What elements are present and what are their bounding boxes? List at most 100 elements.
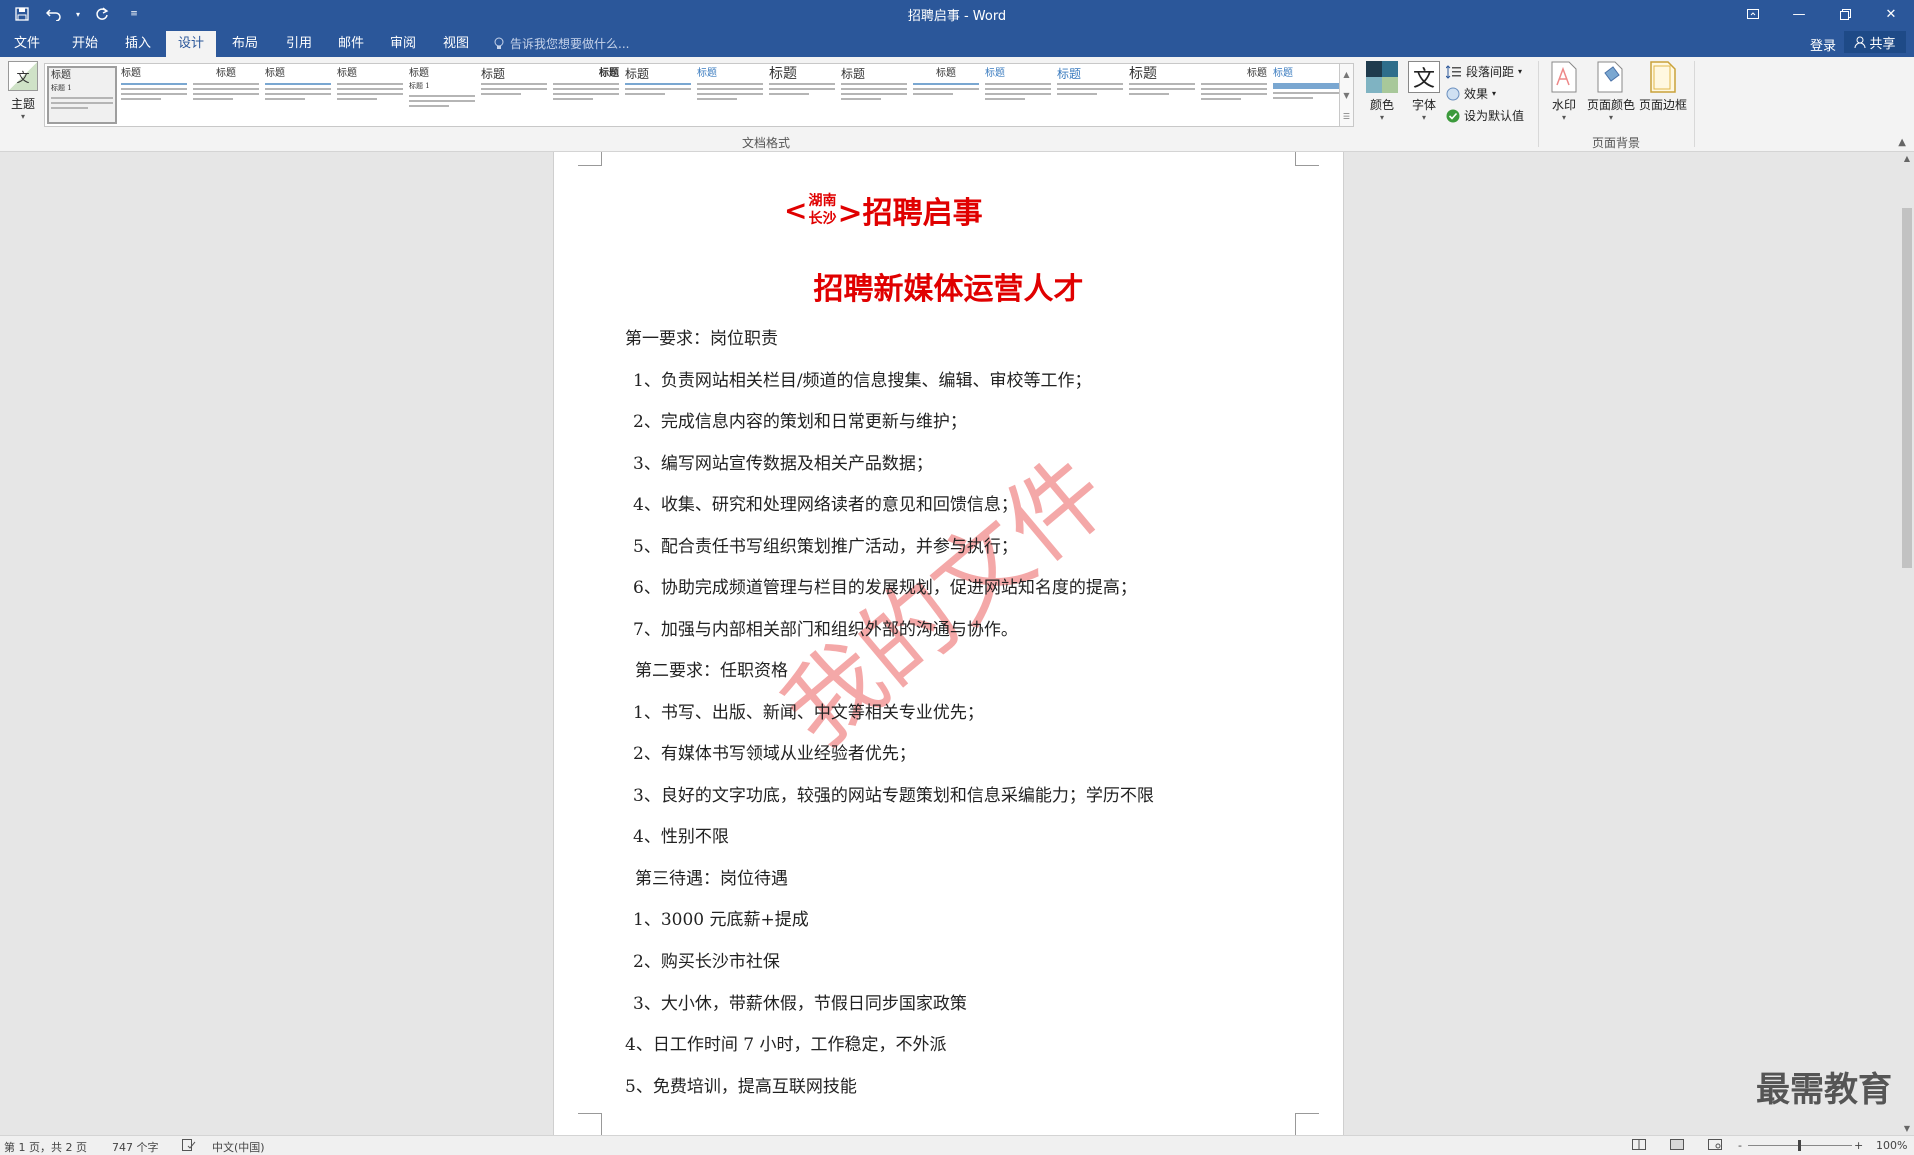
paragraph-spacing-label: 段落间距	[1466, 65, 1515, 79]
doc-line: 3、大小休，带薪休假，节假日同步国家政策	[633, 994, 967, 1014]
style-set-thumb[interactable]: 标题	[623, 66, 693, 124]
scroll-up-icon[interactable]: ▲	[1900, 154, 1914, 163]
doc-line: 1、3000 元底薪+提成	[633, 910, 809, 930]
themes-button[interactable]: 文 主题 ▾	[4, 61, 42, 131]
fonts-dropdown-icon: ▾	[1421, 113, 1426, 122]
zoom-in-button[interactable]: +	[1854, 1139, 1863, 1152]
watermark-button[interactable]: 水印 ▾	[1542, 61, 1586, 122]
title-bar: ▾ ≡ 招聘启事 - Word — ✕	[0, 0, 1914, 28]
doc-line: 3、编写网站宣传数据及相关产品数据；	[633, 454, 933, 474]
status-bar: 第 1 页，共 2 页 747 个字 中文(中国) - + 100%	[0, 1135, 1914, 1155]
doc-line: 2、购买长沙市社保	[633, 952, 780, 972]
ribbon-tabs: 文件 开始 插入 设计 布局 引用 邮件 审阅 视图 告诉我您想要做什么... …	[0, 28, 1914, 57]
style-set-thumb[interactable]: 标题	[479, 66, 549, 124]
gallery-scroll[interactable]: ▲ ▼ ☰	[1340, 63, 1354, 127]
tab-references[interactable]: 引用	[274, 31, 324, 57]
doc-line: 1、负责网站相关栏目/频道的信息搜集、编辑、审校等工作；	[633, 371, 1092, 391]
login-link[interactable]: 登录	[1810, 35, 1836, 54]
style-set-thumb[interactable]: 标题	[1199, 66, 1269, 124]
tab-mailings[interactable]: 邮件	[326, 31, 376, 57]
web-layout-icon[interactable]	[1708, 1139, 1722, 1153]
style-set-thumb[interactable]: 标题	[1127, 66, 1197, 124]
style-set-thumb[interactable]: 标题	[839, 66, 909, 124]
page-color-label: 页面颜色	[1586, 98, 1635, 112]
style-set-thumb[interactable]: 标题	[263, 66, 333, 124]
tab-design[interactable]: 设计	[166, 31, 217, 57]
style-set-thumb[interactable]: 标题	[1055, 66, 1125, 124]
paragraph-spacing-button[interactable]: 段落间距 ▾	[1446, 63, 1522, 80]
zoom-out-button[interactable]: -	[1738, 1139, 1742, 1152]
tab-insert[interactable]: 插入	[113, 31, 163, 57]
set-default-button[interactable]: 设为默认值	[1446, 107, 1524, 124]
page-border-label: 页面边框	[1638, 98, 1687, 112]
style-set-thumb[interactable]: 标题 标题 1	[47, 66, 117, 124]
style-set-thumb[interactable]: 标题	[551, 66, 621, 124]
page-color-button[interactable]: 页面颜色 ▾	[1586, 61, 1636, 122]
page-border-button[interactable]: 页面边框	[1638, 61, 1688, 113]
status-page-count[interactable]: 第 1 页，共 2 页	[4, 1139, 87, 1155]
style-set-thumb[interactable]: 标题	[119, 66, 189, 124]
tab-home[interactable]: 开始	[60, 31, 110, 57]
collapse-ribbon-icon[interactable]: ▲	[1898, 137, 1906, 148]
doc-line: 7、加强与内部相关部门和组织外部的沟通与协作。	[633, 620, 1018, 640]
fonts-button[interactable]: 文 字体 ▾	[1402, 61, 1446, 122]
tell-me-box[interactable]: 告诉我您想要做什么...	[494, 35, 629, 52]
tab-view[interactable]: 视图	[431, 31, 481, 57]
doc-line: 4、性别不限	[633, 827, 729, 847]
fonts-icon: 文	[1408, 61, 1440, 93]
group-label-doc-format: 文档格式	[742, 136, 791, 150]
ribbon-separator	[1694, 61, 1695, 147]
zoom-slider-handle[interactable]	[1798, 1140, 1801, 1151]
ribbon-separator	[1538, 61, 1539, 147]
scroll-thumb[interactable]	[1902, 208, 1912, 568]
header-location-top: 湖南	[808, 193, 837, 209]
gallery-up-icon[interactable]: ▲	[1340, 64, 1353, 85]
ribbon-display-icon[interactable]	[1730, 0, 1776, 28]
crop-mark	[578, 1113, 602, 1135]
print-layout-icon[interactable]	[1670, 1139, 1684, 1153]
scroll-down-icon[interactable]: ▼	[1900, 1124, 1914, 1133]
gallery-more-icon[interactable]: ☰	[1340, 106, 1353, 127]
effects-dropdown-icon: ▾	[1492, 89, 1497, 98]
share-button[interactable]: 共享	[1844, 31, 1906, 53]
close-icon[interactable]: ✕	[1868, 0, 1914, 28]
doc-line: 1、书写、出版、新闻、中文等相关专业优先；	[633, 703, 984, 723]
zoom-level[interactable]: 100%	[1876, 1139, 1907, 1152]
read-mode-icon[interactable]	[1632, 1139, 1646, 1153]
style-set-thumb[interactable]: 标题	[767, 66, 837, 124]
status-word-count[interactable]: 747 个字	[112, 1139, 159, 1155]
tab-layout[interactable]: 布局	[220, 31, 270, 57]
document-page[interactable]: 我的文件 < 湖南 长沙 >招聘启事 招聘新媒体运营人才 第一要求：岗位职责 1…	[553, 152, 1344, 1135]
gallery-down-icon[interactable]: ▼	[1340, 85, 1353, 106]
colors-button[interactable]: 颜色 ▾	[1360, 61, 1404, 122]
vertical-scrollbar[interactable]: ▲ ▼	[1900, 152, 1914, 1135]
status-language[interactable]: 中文(中国)	[212, 1139, 265, 1155]
set-default-label: 设为默认值	[1464, 109, 1525, 123]
style-set-thumb[interactable]: 标题	[695, 66, 765, 124]
effects-button[interactable]: 效果 ▾	[1446, 85, 1496, 102]
document-area: 我的文件 < 湖南 长沙 >招聘启事 招聘新媒体运营人才 第一要求：岗位职责 1…	[0, 152, 1900, 1135]
page-color-dropdown-icon: ▾	[1608, 113, 1613, 122]
person-icon	[1854, 36, 1866, 48]
doc-line: 第二要求：任职资格	[635, 661, 788, 681]
page-color-icon	[1595, 61, 1627, 93]
restore-icon[interactable]	[1822, 0, 1868, 28]
tab-review[interactable]: 审阅	[378, 31, 428, 57]
checkmark-icon	[1446, 109, 1460, 122]
style-set-thumb[interactable]: 标题	[983, 66, 1053, 124]
style-set-thumb[interactable]: 标题 标题 1	[407, 66, 477, 124]
header-left-bracket: <	[784, 193, 808, 227]
minimize-icon[interactable]: —	[1776, 0, 1822, 28]
ribbon: 文 主题 ▾ 标题 标题 1 标题 标题 标题 标题 标题 标题 1 标题 标题…	[0, 57, 1914, 152]
watermark-dropdown-icon: ▾	[1561, 113, 1566, 122]
page-border-icon	[1647, 61, 1679, 93]
style-set-thumb[interactable]: 标题	[911, 66, 981, 124]
doc-line: 6、协助完成频道管理与栏目的发展规划，促进网站知名度的提高；	[633, 578, 1137, 598]
proofing-icon[interactable]	[182, 1139, 196, 1154]
style-set-thumb[interactable]: 标题	[191, 66, 261, 124]
style-set-thumb[interactable]: 标题	[335, 66, 405, 124]
colors-dropdown-icon: ▾	[1379, 113, 1384, 122]
share-label: 共享	[1869, 36, 1896, 52]
tab-file[interactable]: 文件	[2, 31, 52, 57]
style-set-thumb[interactable]: 标题	[1271, 66, 1339, 124]
